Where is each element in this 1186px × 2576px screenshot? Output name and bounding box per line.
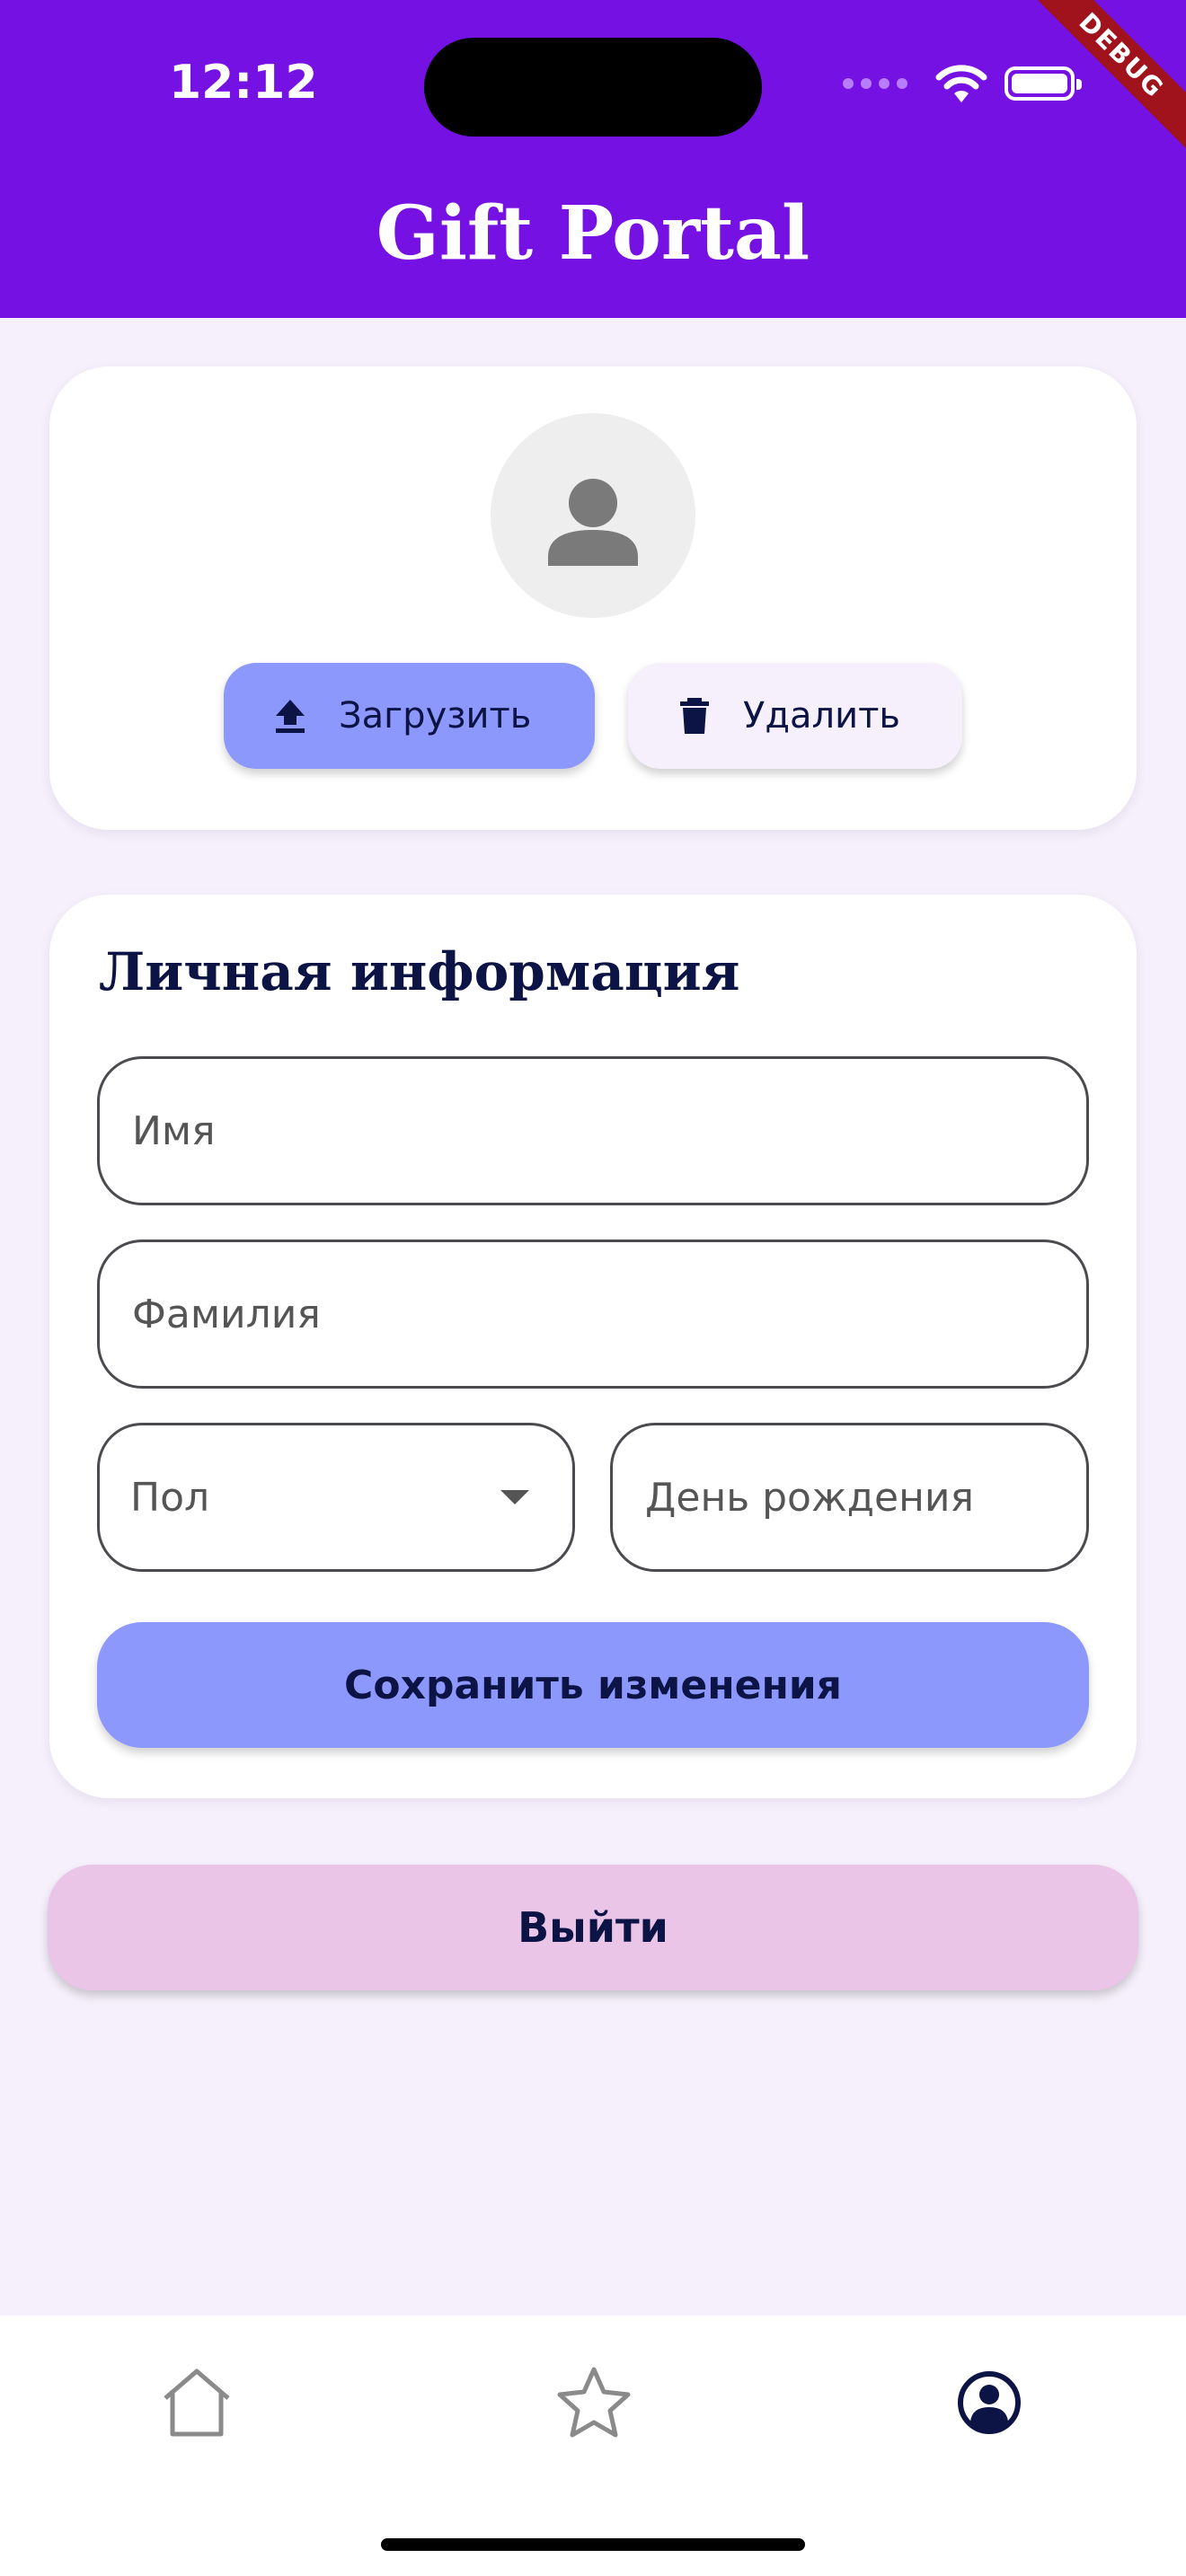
first-name-field[interactable] [130, 1107, 1086, 1155]
dynamic-island [424, 38, 762, 137]
avatar[interactable] [491, 413, 695, 618]
star-icon [557, 2367, 631, 2438]
avatar-card: Загрузить Удалить [49, 366, 1137, 830]
trash-icon [680, 698, 709, 734]
app-title: Gift Portal [376, 190, 810, 277]
gender-label: Пол [130, 1474, 210, 1521]
upload-icon [276, 700, 305, 733]
birthday-field[interactable] [643, 1473, 1086, 1522]
home-indicator [381, 2538, 805, 2551]
status-time: 12:12 [169, 56, 318, 110]
gender-select[interactable]: Пол [97, 1423, 575, 1572]
status-icons [843, 63, 1082, 104]
signal-dots-icon [843, 78, 907, 89]
upload-photo-button[interactable]: Загрузить [224, 663, 595, 769]
wifi-icon [935, 65, 987, 102]
home-icon [164, 2369, 230, 2437]
first-name-field-wrapper [97, 1056, 1089, 1205]
account-circle-icon [958, 2371, 1021, 2434]
birthday-field-wrapper [610, 1423, 1089, 1572]
logout-button[interactable]: Выйти [48, 1865, 1138, 1990]
person-icon [548, 479, 638, 566]
upload-label: Загрузить [339, 695, 532, 737]
bottom-nav [0, 2316, 1186, 2576]
app-bar: 12:12 DEBUG Gift Portal [0, 0, 1186, 318]
save-changes-button[interactable]: Сохранить изменения [97, 1622, 1089, 1748]
chevron-down-icon [500, 1490, 529, 1504]
section-title: Личная информация [99, 941, 740, 1002]
last-name-field[interactable] [130, 1290, 1086, 1338]
save-changes-label: Сохранить изменения [344, 1662, 842, 1708]
nav-item-profile[interactable] [949, 2362, 1030, 2443]
nav-item-home[interactable] [156, 2362, 237, 2443]
logout-label: Выйти [518, 1903, 668, 1952]
battery-icon [1005, 66, 1082, 101]
last-name-field-wrapper [97, 1239, 1089, 1389]
delete-photo-button[interactable]: Удалить [628, 663, 962, 769]
delete-label: Удалить [743, 695, 900, 737]
personal-info-card: Личная информация Пол Сохранить изменени… [49, 895, 1137, 1798]
nav-item-favorites[interactable] [553, 2362, 634, 2443]
